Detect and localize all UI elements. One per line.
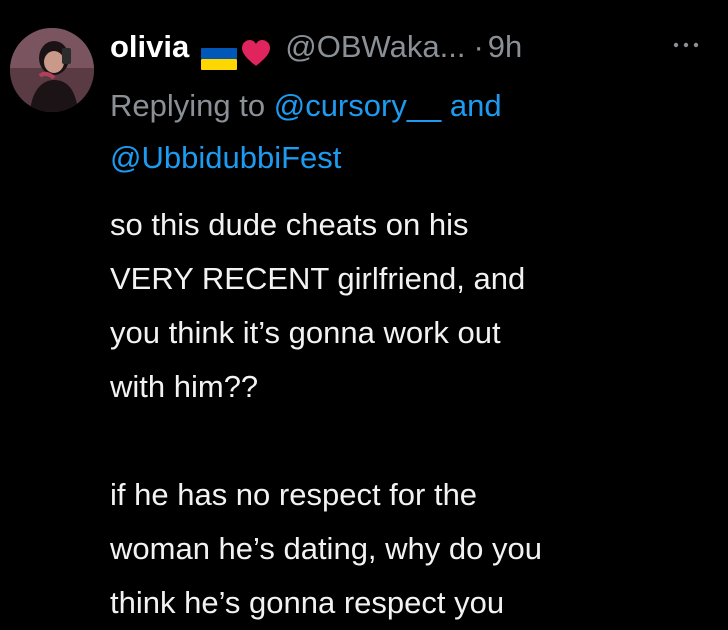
- avatar[interactable]: [10, 28, 94, 112]
- mention-link-ubbidubbifest[interactable]: @UbbidubbiFest: [110, 140, 341, 175]
- avatar-image: [10, 28, 94, 112]
- replying-to-label: Replying to: [110, 88, 274, 123]
- tweet-text-paragraph-1: so this dude cheats on his VERY RECENT g…: [110, 207, 526, 404]
- tweet-timestamp[interactable]: 9h: [488, 24, 522, 70]
- tweet-body: so this dude cheats on his VERY RECENT g…: [110, 198, 720, 630]
- ukraine-flag-icon: [201, 37, 238, 70]
- more-horizontal-icon[interactable]: [668, 32, 704, 58]
- separator-dot: ·: [473, 29, 484, 64]
- replying-to-line: Replying to @cursory__ and @UbbidubbiFes…: [110, 80, 710, 184]
- tweet-text-paragraph-2: if he has no respect for the woman he’s …: [110, 477, 542, 620]
- red-heart-icon: [241, 34, 271, 66]
- user-handle[interactable]: @OBWaka...: [285, 24, 465, 70]
- mention-link-cursory[interactable]: @cursory__: [274, 88, 442, 123]
- display-name[interactable]: olivia: [110, 24, 189, 70]
- tweet[interactable]: olivia @OBWaka... · 9h Replying to @curs…: [0, 0, 728, 620]
- tweet-header: olivia @OBWaka... · 9h: [110, 24, 522, 70]
- reply-joiner-text: and: [441, 88, 502, 123]
